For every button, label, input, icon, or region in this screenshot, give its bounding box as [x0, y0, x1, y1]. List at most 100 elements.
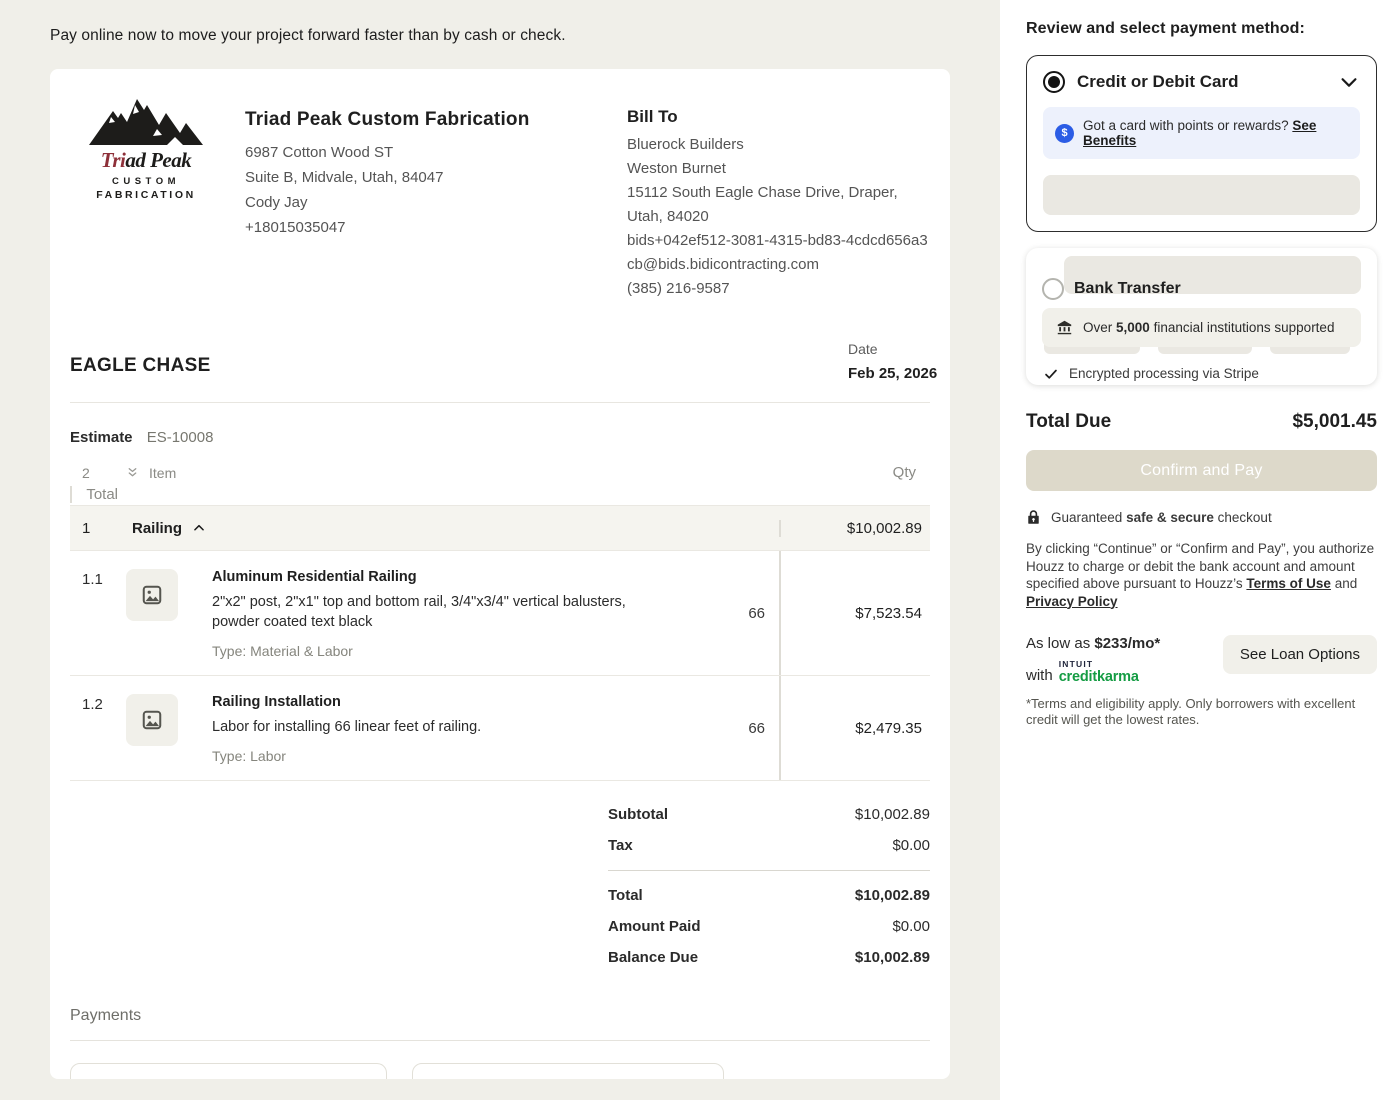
- intro-text: Pay online now to move your project forw…: [0, 0, 1000, 45]
- see-loan-options-button[interactable]: See Loan Options: [1223, 635, 1377, 674]
- group-index: 1: [70, 520, 126, 537]
- radio-credit-card[interactable]: [1043, 71, 1065, 93]
- item-total: $2,479.35: [779, 676, 930, 780]
- feature-encrypted: Encrypted processing via Stripe: [1042, 366, 1361, 381]
- bill-to-company: Bluerock Builders: [627, 133, 930, 157]
- bill-to-title: Bill To: [627, 107, 930, 127]
- loan-terms-note: *Terms and eligibility apply. Only borro…: [1026, 696, 1377, 728]
- intuit-creditkarma-logo: INTUIT creditkarma: [1059, 660, 1139, 684]
- bill-to-phone: (385) 216-9587: [627, 277, 930, 301]
- vendor-name: Triad Peak Custom Fabrication: [245, 109, 555, 131]
- bank-banner-suffix: financial institutions supported: [1154, 320, 1335, 335]
- bill-to-contact: Weston Burnet: [627, 157, 930, 181]
- dollar-badge-icon: $: [1055, 124, 1074, 143]
- item-thumbnail: [126, 694, 178, 746]
- vendor-address2: Suite B, Midvale, Utah, 84047: [245, 165, 555, 190]
- item-count: 2: [70, 465, 126, 481]
- bank-transfer-option[interactable]: Bank Transfer: [1042, 278, 1361, 300]
- credit-card-label: Credit or Debit Card: [1077, 72, 1239, 92]
- loan-amount: $233/mo*: [1094, 635, 1160, 652]
- date-value: Feb 25, 2026: [848, 365, 930, 382]
- bank-transfer-option-panel: Bank Transfer Over 5,000 financial insti…: [1026, 248, 1377, 385]
- group-total: $10,002.89: [779, 520, 930, 537]
- row-index: 1.2: [70, 676, 126, 780]
- chevron-up-icon[interactable]: [192, 521, 206, 535]
- item-type: Type: Material & Labor: [212, 643, 669, 659]
- total-due-label: Total Due: [1026, 411, 1111, 433]
- payment-card-deposit: $5,001.45 Upcoming Deposit: [70, 1063, 387, 1079]
- vendor-logo: Triad Peak CUSTOM FABRICATION: [85, 95, 207, 301]
- bank-banner-prefix: Over: [1083, 320, 1112, 335]
- invoice-card: Triad Peak CUSTOM FABRICATION Triad Peak…: [50, 69, 950, 1079]
- item-qty: 66: [693, 676, 779, 780]
- card-input-skeleton[interactable]: [1043, 175, 1360, 215]
- rewards-text: Got a card with points or rewards?: [1083, 118, 1289, 133]
- vendor-phone: +18015035047: [245, 215, 555, 240]
- table-row: 1.2 Railing Installation Labor for insta…: [70, 676, 930, 781]
- bill-to-email: bids+042ef512-3081-4315-bd83-4cdcd656a3c…: [627, 229, 930, 277]
- loan-prefix: As low as: [1026, 635, 1090, 652]
- privacy-policy-link[interactable]: Privacy Policy: [1026, 594, 1118, 609]
- check-icon: [1044, 367, 1058, 381]
- terms-of-use-link[interactable]: Terms of Use: [1246, 576, 1331, 591]
- secure-prefix: Guaranteed: [1051, 510, 1122, 525]
- credit-card-option-panel: Credit or Debit Card $ Got a card with p…: [1026, 55, 1377, 232]
- radio-bank-transfer[interactable]: [1042, 278, 1064, 300]
- confirm-and-pay-button[interactable]: Confirm and Pay: [1026, 450, 1377, 491]
- item-name: Aluminum Residential Railing: [212, 569, 669, 585]
- payment-sidebar: Review and select payment method: Credit…: [1000, 0, 1400, 1100]
- header-total: Total: [70, 486, 126, 503]
- header-item: Item: [149, 465, 176, 481]
- amount-paid-row: Amount Paid $0.00: [608, 911, 930, 942]
- logo-wordmark: Triad Peak: [85, 148, 207, 173]
- group-row-railing[interactable]: 1 Railing $10,002.89: [70, 506, 930, 551]
- estimate-table: 2 Item Qty Total 1 Railing $10,002.89 1.…: [70, 462, 930, 781]
- payments-divider: [70, 1040, 930, 1041]
- secure-suffix: checkout: [1218, 510, 1272, 525]
- header-qty: Qty: [779, 464, 930, 481]
- bank-banner-count: 5,000: [1116, 320, 1150, 335]
- vendor-address1: 6987 Cotton Wood ST: [245, 140, 555, 165]
- bank-transfer-label: Bank Transfer: [1074, 280, 1181, 298]
- row-index: 1.1: [70, 551, 126, 675]
- total-due-row: Total Due $5,001.45: [1026, 411, 1377, 433]
- project-name: EAGLE CHASE: [70, 341, 211, 382]
- collapse-all-icon[interactable]: [126, 466, 139, 479]
- balance-due-row: Balance Due $10,002.89: [608, 942, 930, 973]
- table-header-row: 2 Item Qty Total: [70, 462, 930, 506]
- credit-card-option[interactable]: Credit or Debit Card: [1043, 71, 1360, 93]
- mountain-logo-icon: [87, 95, 205, 147]
- vendor-contact: Cody Jay: [245, 190, 555, 215]
- date-label: Date: [848, 341, 930, 357]
- secure-checkout-note: Guaranteed safe & secure checkout: [1026, 509, 1377, 525]
- vendor-info: Triad Peak Custom Fabrication 6987 Cotto…: [245, 95, 555, 301]
- project-row: EAGLE CHASE Date Feb 25, 2026: [70, 341, 930, 403]
- bill-to: Bill To Bluerock Builders Weston Burnet …: [627, 95, 930, 301]
- loan-offer-row: As low as $233/mo* with INTUIT creditkar…: [1026, 635, 1377, 684]
- invoice-header: Triad Peak CUSTOM FABRICATION Triad Peak…: [70, 95, 930, 301]
- legal-paragraph: By clicking “Continue” or “Confirm and P…: [1026, 540, 1377, 610]
- logo-sub1: CUSTOM: [85, 176, 207, 187]
- item-type: Type: Labor: [212, 748, 669, 764]
- payments-heading: Payments: [70, 1007, 930, 1025]
- total-row: Total $10,002.89: [608, 880, 930, 911]
- item-total: $7,523.54: [779, 551, 930, 675]
- subtotal-row: Subtotal $10,002.89: [608, 799, 930, 830]
- secure-bold: safe & secure: [1126, 510, 1214, 525]
- table-row: 1.1 Aluminum Residential Railing 2"x2" p…: [70, 551, 930, 676]
- chevron-down-icon[interactable]: [1338, 71, 1360, 93]
- legal-and: and: [1335, 576, 1358, 591]
- bank-icon: [1056, 319, 1073, 336]
- item-description: Labor for installing 66 linear feet of r…: [212, 717, 669, 737]
- totals-divider: [608, 870, 930, 871]
- item-qty: 66: [693, 551, 779, 675]
- total-due-amount: $5,001.45: [1292, 411, 1377, 433]
- bank-institutions-banner: Over 5,000 financial institutions suppor…: [1042, 308, 1361, 347]
- group-name: Railing: [132, 520, 182, 537]
- logo-sub2: FABRICATION: [85, 189, 207, 201]
- sidebar-heading: Review and select payment method:: [1026, 20, 1377, 38]
- item-thumbnail: [126, 569, 178, 621]
- lock-icon: [1026, 509, 1041, 525]
- rewards-banner: $ Got a card with points or rewards? See…: [1043, 107, 1360, 159]
- loan-with: with: [1026, 667, 1053, 684]
